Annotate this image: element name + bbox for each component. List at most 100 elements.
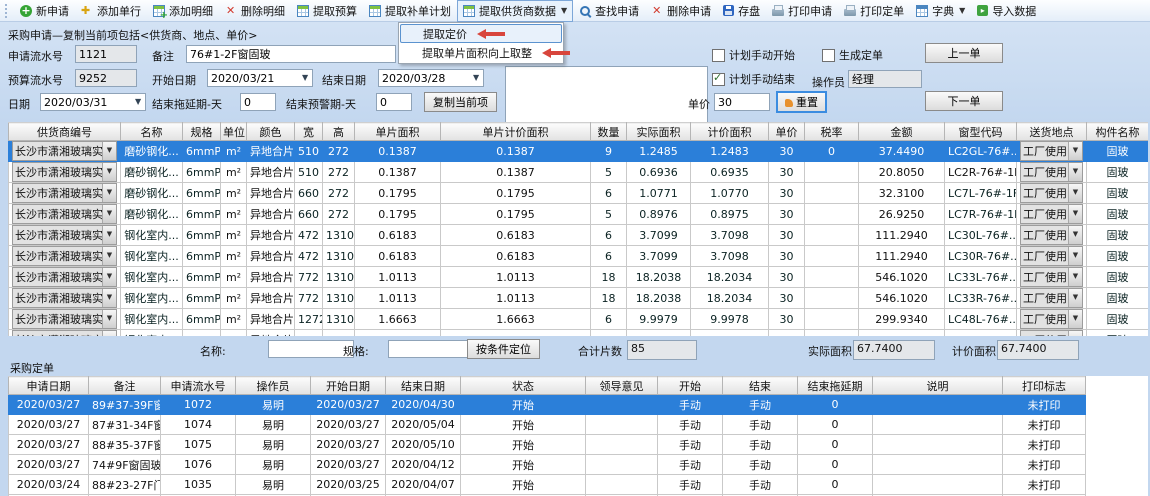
delete-detail-button[interactable]: 删除明细 [219,0,291,22]
chevron-down-icon[interactable]: ▼ [1068,226,1082,244]
cell[interactable]: 异地合片 [247,288,295,309]
column-header[interactable]: 名称 [121,123,183,141]
cell[interactable]: 异地合片 [247,183,295,204]
cell[interactable] [805,288,859,309]
cell[interactable]: 开始 [461,475,586,495]
cell-combo[interactable]: 长沙市潇湘玻璃实...▼ [12,141,117,161]
cell-combo[interactable]: 工厂使用▼ [1020,267,1083,287]
note-input[interactable] [186,45,396,63]
cell[interactable]: 18.2034 [691,288,769,309]
table-row[interactable]: 长沙市潇湘玻璃实...▼钢化室内...6mmPLE...m²异地合片127213… [9,309,1149,330]
menu-item[interactable]: 提取定价 [400,24,562,43]
table-row[interactable]: 长沙市潇湘玻璃实...▼磨砂钢化...6mmPLE...m²异地合片660272… [9,183,1149,204]
cell[interactable]: 开始 [461,395,586,415]
table-row[interactable]: 2020/03/2488#23-27F门顶玻1035易明2020/03/2520… [9,475,1086,495]
column-header[interactable]: 窗型代码 [945,123,1017,141]
cell[interactable]: 工厂使用▼ [1017,225,1087,246]
chevron-down-icon[interactable]: ▼ [102,289,116,307]
cell[interactable]: 工厂使用▼ [1017,183,1087,204]
cell[interactable]: 长沙市潇湘玻璃实...▼ [9,162,121,183]
date-picker[interactable] [40,93,146,111]
cell[interactable]: 磨砂钢化... [121,204,183,225]
cell[interactable]: 手动 [658,475,723,495]
cell[interactable]: 1074 [161,415,236,435]
cell[interactable]: 3.7099 [627,246,691,267]
cell[interactable]: 钢化室内... [121,330,183,337]
cell[interactable] [805,162,859,183]
cell[interactable]: m² [221,309,247,330]
column-header[interactable]: 税率 [805,123,859,141]
cell[interactable]: 固玻 [1087,288,1149,309]
cell[interactable]: 易明 [236,475,311,495]
chevron-down-icon[interactable]: ▼ [102,142,116,160]
cell[interactable]: 0.6936 [627,162,691,183]
cell[interactable] [805,183,859,204]
cell[interactable]: LC7R-76#-1FO [945,204,1017,225]
chevron-down-icon[interactable]: ▼ [1068,205,1082,223]
cell[interactable]: 1272 [295,330,323,337]
column-header[interactable]: 打印标志 [1003,377,1086,395]
table-row[interactable]: 长沙市潇湘玻璃实...▼钢化室内...6mmPLE...m²异地合片472131… [9,246,1149,267]
chevron-down-icon[interactable]: ▼ [102,163,116,181]
end-date-picker[interactable] [378,69,484,87]
cell[interactable]: 异地合片 [247,225,295,246]
locate-by-condition-button[interactable]: 按条件定位 [467,339,540,359]
cell[interactable]: 固玻 [1087,141,1149,162]
cell[interactable]: 磨砂钢化... [121,183,183,204]
cell[interactable]: m² [221,225,247,246]
cell-combo[interactable]: 长沙市潇湘玻璃实...▼ [12,267,117,287]
cell[interactable] [873,415,1003,435]
cell[interactable]: 异地合片 [247,267,295,288]
cell[interactable]: 0.1795 [355,183,441,204]
column-header[interactable]: 规格 [183,123,221,141]
cell[interactable]: 546.1020 [859,288,945,309]
cell[interactable]: 6mmPLE... [183,267,221,288]
cell[interactable]: 钢化室内... [121,225,183,246]
cell[interactable]: 异地合片 [247,246,295,267]
extract-supplier-data-button[interactable]: 提取供货商数据▼ [457,0,573,22]
cell[interactable]: 手动 [658,415,723,435]
cell[interactable]: 1.0113 [441,288,591,309]
chevron-down-icon[interactable]: ▼ [102,331,116,336]
cell[interactable]: 9.9979 [627,330,691,337]
cell[interactable]: 1.6663 [441,330,591,337]
cell[interactable]: 30 [769,267,805,288]
cell[interactable]: 长沙市潇湘玻璃实...▼ [9,204,121,225]
cell[interactable]: 2020/03/27 [311,435,386,455]
cell[interactable]: 异地合片 [247,162,295,183]
cell[interactable]: 272 [323,204,355,225]
extract-supplement-plan-button[interactable]: 提取补单计划 [363,0,457,22]
cell[interactable]: 1310 [323,288,355,309]
cell[interactable]: 1.6663 [355,330,441,337]
cell[interactable]: 2020/04/30 [386,395,461,415]
cell[interactable]: 未打印 [1003,395,1086,415]
cell[interactable]: 30 [769,183,805,204]
cell[interactable]: 1.6663 [355,309,441,330]
cell[interactable]: 0 [798,455,873,475]
chevron-down-icon[interactable]: ▼ [1068,184,1082,202]
cell[interactable]: 1310 [323,309,355,330]
cell[interactable]: 0.6935 [691,162,769,183]
cell[interactable]: 5 [591,162,627,183]
cell[interactable]: 手动 [723,455,798,475]
chevron-down-icon[interactable]: ▼ [102,184,116,202]
cell[interactable]: LC2GL-76#... [945,141,1017,162]
import-data-button[interactable]: 导入数据 [971,0,1042,22]
cell[interactable]: 111.2940 [859,225,945,246]
delete-request-button[interactable]: 删除申请 [645,0,717,22]
cell[interactable]: 手动 [658,395,723,415]
cell[interactable]: 固玻 [1087,267,1149,288]
cell[interactable] [805,330,859,337]
table-row[interactable]: 长沙市潇湘玻璃实...▼钢化室内...6mmPLE...m²异地合片772131… [9,288,1149,309]
cell[interactable]: 660 [295,183,323,204]
cell[interactable] [873,435,1003,455]
table-row[interactable]: 长沙市潇湘玻璃实...▼钢化室内...6mmPLE...m²异地合片127213… [9,330,1149,337]
cell[interactable]: 26.9250 [859,204,945,225]
chevron-down-icon[interactable]: ▼ [959,6,965,15]
cell[interactable]: m² [221,183,247,204]
cell[interactable]: 1272 [295,309,323,330]
cell[interactable]: 6mmPLE... [183,162,221,183]
cell[interactable]: 30 [769,225,805,246]
cell[interactable]: 手动 [723,475,798,495]
cell[interactable]: 30 [769,288,805,309]
